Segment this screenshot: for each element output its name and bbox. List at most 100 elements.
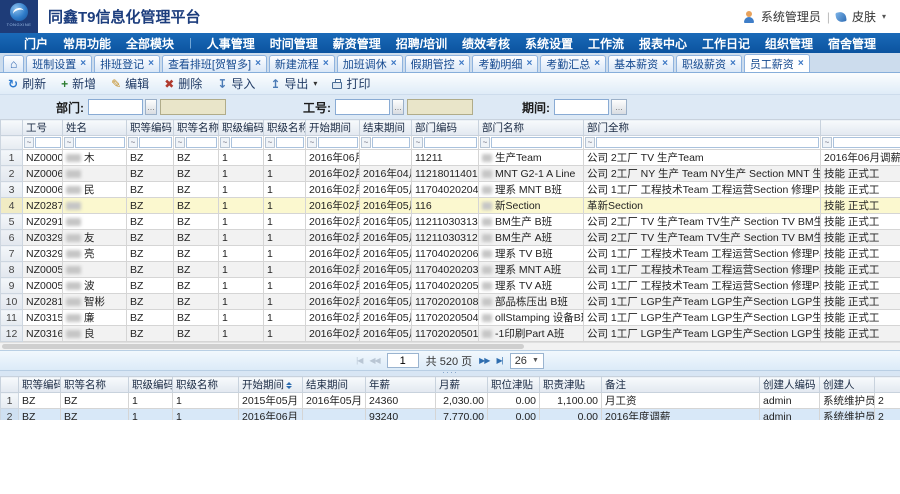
column-filter-input[interactable] xyxy=(139,137,172,148)
horizontal-scrollbar[interactable] xyxy=(0,342,900,350)
menu-item-12[interactable]: 工作日记 xyxy=(702,35,750,52)
table-row[interactable]: 2NZ000631BZBZ112016年02月2016年04月112180114… xyxy=(1,166,900,182)
menu-item-3[interactable]: 全部模块 xyxy=(126,35,174,52)
period-lookup-button[interactable]: … xyxy=(611,99,627,115)
close-icon[interactable]: × xyxy=(662,59,668,69)
filter-operator-dropdown[interactable]: ~ xyxy=(307,137,317,148)
dept-filter-input[interactable] xyxy=(88,99,143,115)
table-row[interactable]: 10NZ028170智彬BZBZ112016年02月2016年05月117020… xyxy=(1,294,900,310)
tab-home[interactable]: ⌂ xyxy=(3,55,24,72)
column-header-9[interactable]: 职位津贴 xyxy=(488,377,540,393)
column-header-6[interactable]: 结束期间 xyxy=(303,377,366,393)
column-filter-input[interactable] xyxy=(75,137,125,148)
column-header-4[interactable]: 职级名称 xyxy=(173,377,239,393)
filter-operator-dropdown[interactable]: ~ xyxy=(413,137,423,148)
filter-operator-dropdown[interactable]: ~ xyxy=(822,137,832,148)
column-header-13[interactable]: 创建人 xyxy=(820,377,875,393)
column-header-11[interactable]: 备注 xyxy=(602,377,760,393)
toolbar-button-refresh[interactable]: ↻刷新 xyxy=(8,75,46,92)
filter-operator-dropdown[interactable]: ~ xyxy=(64,137,74,148)
table-row[interactable]: 6NZ032914友BZBZ112016年02月2016年05月11211030… xyxy=(1,230,900,246)
column-header-0[interactable] xyxy=(1,377,19,393)
skin-button[interactable]: 皮肤 xyxy=(852,8,876,25)
close-icon[interactable]: × xyxy=(323,59,329,69)
menu-item-14[interactable]: 宿舍管理 xyxy=(828,35,876,52)
column-header-11[interactable]: 部门全称 xyxy=(584,120,821,136)
column-filter-input[interactable] xyxy=(424,137,477,148)
column-header-5[interactable]: 开始期间 xyxy=(239,377,303,393)
menu-item-13[interactable]: 组织管理 xyxy=(765,35,813,52)
close-icon[interactable]: × xyxy=(798,59,804,69)
prev-page-button[interactable]: ◀◀ xyxy=(369,356,379,365)
filter-operator-dropdown[interactable]: ~ xyxy=(361,137,371,148)
filter-operator-dropdown[interactable]: ~ xyxy=(585,137,595,148)
table-row[interactable]: 1NZ000046木BZBZ112016年06月11211生产Team公司 2工… xyxy=(1,150,900,166)
filter-operator-dropdown[interactable]: ~ xyxy=(128,137,138,148)
column-header-8[interactable]: 月薪 xyxy=(436,377,488,393)
next-page-button[interactable]: ▶▶ xyxy=(479,356,489,365)
first-page-button[interactable]: |◀ xyxy=(356,356,362,365)
tab-3[interactable]: 查看排班[贺智多]× xyxy=(162,55,267,72)
empno-lookup-button[interactable]: … xyxy=(392,99,404,115)
tab-2[interactable]: 排班登记× xyxy=(94,55,160,72)
toolbar-button-import[interactable]: ↧导入 xyxy=(217,75,255,92)
table-row[interactable]: 12NZ031609良BZBZ112016年02月2016年05月1170202… xyxy=(1,326,900,342)
tab-6[interactable]: 假期管控× xyxy=(405,55,471,72)
page-number-input[interactable] xyxy=(387,353,419,368)
toolbar-button-export[interactable]: ↥导出▾ xyxy=(270,75,317,92)
tab-5[interactable]: 加班调休× xyxy=(337,55,403,72)
tab-11[interactable]: 员工薪资× xyxy=(744,54,810,72)
column-header-3[interactable]: 职级编码 xyxy=(129,377,173,393)
column-header-0[interactable] xyxy=(1,120,23,136)
column-header-9[interactable]: 部门编码 xyxy=(412,120,479,136)
last-page-button[interactable]: ▶| xyxy=(496,356,502,365)
column-header-7[interactable]: 年薪 xyxy=(366,377,436,393)
column-header-1[interactable]: 职等编码 xyxy=(19,377,61,393)
scrollbar-thumb[interactable] xyxy=(2,344,524,349)
column-filter-input[interactable] xyxy=(186,137,217,148)
column-header-2[interactable]: 职等名称 xyxy=(61,377,129,393)
column-filter-input[interactable] xyxy=(231,137,262,148)
period-filter-input[interactable] xyxy=(554,99,609,115)
empno-filter-input[interactable] xyxy=(335,99,390,115)
toolbar-button-plus[interactable]: +新增 xyxy=(61,75,96,92)
menu-item-7[interactable]: 招聘/培训 xyxy=(396,35,447,52)
close-icon[interactable]: × xyxy=(730,59,736,69)
table-row[interactable]: 3NZ000635民BZBZ112016年02月2016年05月11704020… xyxy=(1,182,900,198)
tab-4[interactable]: 新建流程× xyxy=(269,55,335,72)
column-filter-input[interactable] xyxy=(35,137,61,148)
table-row[interactable]: 2BZBZ112016年06月932407,770.000.000.002016… xyxy=(1,409,900,421)
table-row[interactable]: 11NZ031518廉BZBZ112016年02月2016年05月1170202… xyxy=(1,310,900,326)
menu-item-4[interactable]: 人事管理 xyxy=(207,35,255,52)
column-header-3[interactable]: 职等编码 xyxy=(127,120,174,136)
column-filter-input[interactable] xyxy=(491,137,582,148)
menu-item-11[interactable]: 报表中心 xyxy=(639,35,687,52)
column-header-4[interactable]: 职等名称 xyxy=(174,120,219,136)
filter-operator-dropdown[interactable]: ~ xyxy=(480,137,490,148)
column-header-14[interactable] xyxy=(875,377,900,393)
column-header-10[interactable]: 职责津贴 xyxy=(540,377,602,393)
close-icon[interactable]: × xyxy=(148,59,154,69)
menu-item-1[interactable]: 门户 xyxy=(24,35,48,52)
filter-operator-dropdown[interactable]: ~ xyxy=(220,137,230,148)
filter-operator-dropdown[interactable]: ~ xyxy=(265,137,275,148)
close-icon[interactable]: × xyxy=(459,59,465,69)
menu-item-9[interactable]: 系统设置 xyxy=(525,35,573,52)
close-icon[interactable]: × xyxy=(80,59,86,69)
toolbar-button-pencil[interactable]: ✎编辑 xyxy=(111,75,149,92)
toolbar-button-print[interactable]: 打印 xyxy=(332,75,370,92)
column-header-8[interactable]: 结束期间 xyxy=(360,120,412,136)
tab-7[interactable]: 考勤明细× xyxy=(472,55,538,72)
column-filter-input[interactable] xyxy=(833,137,900,148)
column-filter-input[interactable] xyxy=(372,137,410,148)
tab-1[interactable]: 班制设置× xyxy=(26,55,92,72)
table-row[interactable]: 7NZ032930亮BZBZ112016年02月2016年05月11704020… xyxy=(1,246,900,262)
column-header-7[interactable]: 开始期间 xyxy=(306,120,360,136)
column-header-10[interactable]: 部门名称 xyxy=(479,120,584,136)
page-size-select[interactable]: 26 ▼ xyxy=(510,353,544,369)
close-icon[interactable]: × xyxy=(255,59,261,69)
close-icon[interactable]: × xyxy=(526,59,532,69)
table-row[interactable]: 1BZBZ112015年05月2016年05月243602,030.000.00… xyxy=(1,393,900,409)
column-header-1[interactable]: 工号 xyxy=(23,120,63,136)
column-header-12[interactable] xyxy=(821,120,900,136)
